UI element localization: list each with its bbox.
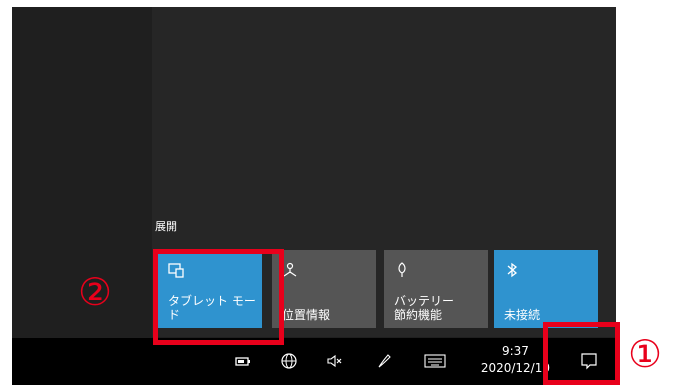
battery-icon[interactable] [234, 352, 252, 370]
callout-1: ① [628, 332, 663, 376]
callout-2: ② [78, 270, 113, 314]
highlight-box-tablet-mode [153, 249, 284, 345]
battery-saver-label: バッテリー 節約機能 [394, 294, 455, 322]
location-label: 位置情報 [282, 308, 331, 322]
touch-keyboard-icon[interactable] [424, 352, 446, 370]
pen-icon[interactable] [376, 352, 394, 370]
battery-saver-icon [398, 262, 406, 277]
expand-link[interactable]: 展開 [155, 218, 177, 234]
network-globe-icon[interactable] [280, 352, 298, 370]
volume-muted-icon[interactable] [326, 352, 344, 370]
taskbar: 9:37 2020/12/10 [12, 338, 616, 385]
battery-saver-tile[interactable]: バッテリー 節約機能 [384, 250, 488, 328]
location-tile[interactable]: 位置情報 [272, 250, 376, 328]
highlight-box-action-center [543, 322, 620, 385]
clock-date: 2020/12/10 [480, 361, 550, 375]
bluetooth-tile[interactable]: 未接続 [494, 250, 598, 328]
bluetooth-label: 未接続 [504, 308, 541, 322]
taskbar-clock[interactable]: 9:37 2020/12/10 [481, 343, 550, 377]
location-icon [283, 262, 297, 277]
bluetooth-icon [507, 262, 518, 278]
clock-time: 9:37 [501, 344, 529, 358]
